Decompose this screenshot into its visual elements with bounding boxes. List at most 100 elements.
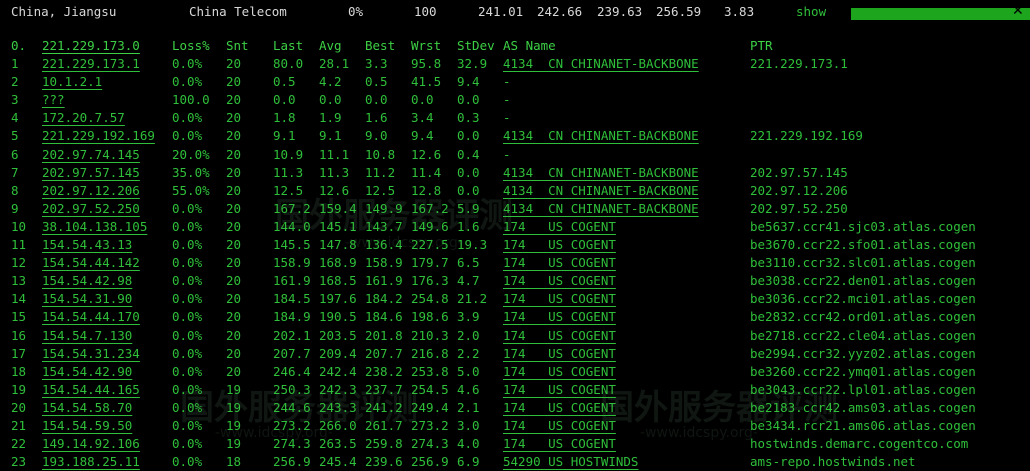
hop-ip-link[interactable]: 172.20.7.57: [42, 109, 125, 127]
avg-value: 11.1: [319, 146, 350, 162]
stdev-value: 1.6: [457, 218, 480, 234]
close-icon[interactable]: ✕: [1012, 3, 1024, 19]
hop-ip-link[interactable]: 202.97.74.145: [42, 146, 140, 164]
summary-last: 241.01: [478, 4, 524, 19]
last-value: 158.9: [273, 255, 311, 271]
header-stdev: StDev: [457, 38, 495, 53]
hop-number: 16: [11, 327, 27, 343]
hop-number: 8: [11, 182, 19, 198]
show-link[interactable]: show: [796, 4, 826, 20]
as-name[interactable]: 54290 US HOSTWINDS: [503, 453, 638, 471]
hop-ip-link[interactable]: ???: [42, 91, 65, 109]
hop-ip-link[interactable]: 193.188.25.11: [42, 453, 140, 471]
hop-ip-link[interactable]: 154.54.59.50: [42, 417, 132, 435]
as-name[interactable]: 174 US COGENT: [503, 327, 616, 345]
as-name[interactable]: 4134 CN CHINANET-BACKBONE: [503, 164, 699, 182]
as-name[interactable]: 174 US COGENT: [503, 381, 616, 399]
summary-location: China, Jiangsu: [11, 4, 117, 19]
stdev-value: 3.0: [457, 417, 480, 433]
wrst-value: 198.6: [411, 309, 449, 325]
best-value: 10.8: [365, 146, 396, 162]
loss-value: 0.0%: [172, 200, 203, 216]
hop-ip-link[interactable]: 154.54.44.165: [42, 381, 140, 399]
last-value: 10.9: [273, 146, 304, 162]
hop-ip-link[interactable]: 154.54.44.142: [42, 254, 140, 272]
table-row: 21 154.54.59.50 0.0% 19 273.2 266.0 261.7 273.2…: [11, 417, 976, 435]
hop-ip-link[interactable]: 221.229.173.1: [42, 55, 140, 73]
avg-value: 12.6: [319, 182, 350, 198]
avg-value: 1.9: [319, 110, 342, 126]
as-name: -: [503, 92, 511, 108]
as-name[interactable]: 174 US COGENT: [503, 308, 616, 326]
stdev-value: 32.9: [457, 56, 488, 72]
hop-ip-link[interactable]: 38.104.138.105: [42, 218, 147, 236]
hop-ip-link[interactable]: 154.54.43.13: [42, 236, 132, 254]
hop-ip-link[interactable]: 154.54.44.170: [42, 308, 140, 326]
best-value: 149.9: [365, 200, 403, 216]
loss-value: 0.0%: [172, 273, 203, 289]
wrst-value: 227.5: [411, 237, 449, 253]
hop-ip-link[interactable]: 154.54.58.70: [42, 399, 132, 417]
table-row: 20 154.54.58.70 0.0% 19 244.6 243.3 241.2 249.4…: [11, 399, 976, 417]
stdev-value: 19.3: [457, 237, 488, 253]
snt-value: 20: [226, 363, 242, 379]
as-name[interactable]: 174 US COGENT: [503, 345, 616, 363]
wrst-value: 149.6: [411, 218, 449, 234]
best-value: 259.8: [365, 436, 403, 452]
hop-number: 12: [11, 255, 27, 271]
wrst-value: 254.5: [411, 381, 449, 397]
hop-number: 5: [11, 128, 19, 144]
as-name[interactable]: 174 US COGENT: [503, 272, 616, 290]
as-name[interactable]: 4134 CN CHINANET-BACKBONE: [503, 182, 699, 200]
hop-number: 1: [11, 56, 19, 72]
hop-ip-link[interactable]: 154.54.31.90: [42, 290, 132, 308]
stdev-value: 4.7: [457, 273, 480, 289]
hop-ip-link[interactable]: 202.97.52.250: [42, 200, 140, 218]
hop-number: 18: [11, 363, 27, 379]
wrst-value: 256.9: [411, 454, 449, 470]
wrst-value: 210.3: [411, 327, 449, 343]
as-name[interactable]: 4134 CN CHINANET-BACKBONE: [503, 200, 699, 218]
as-name[interactable]: 174 US COGENT: [503, 218, 616, 236]
snt-value: 20: [226, 128, 242, 144]
as-name[interactable]: 174 US COGENT: [503, 363, 616, 381]
as-name[interactable]: 174 US COGENT: [503, 290, 616, 308]
last-value: 144.0: [273, 218, 311, 234]
avg-value: 266.0: [319, 417, 357, 433]
ptr-value: be2718.ccr22.cle04.atlas.cogen: [750, 327, 976, 343]
header-last: Last: [273, 38, 304, 53]
as-name[interactable]: 174 US COGENT: [503, 435, 616, 453]
loss-value: 0.0%: [172, 255, 203, 271]
hop-number: 4: [11, 110, 19, 126]
table-row: 23 193.188.25.11 0.0% 18 256.9 245.4 239.6 256.…: [11, 453, 916, 471]
table-row: 1 221.229.173.1 0.0% 20 80.0 28.1 3.3 95.8 32.9 4…: [11, 55, 848, 73]
stdev-value: 2.1: [457, 399, 480, 415]
best-value: 184.2: [365, 291, 403, 307]
hop-ip-link[interactable]: 154.54.7.130: [42, 327, 132, 345]
hop-ip-link[interactable]: 154.54.31.234: [42, 345, 140, 363]
hop-ip-link[interactable]: 221.229.192.169: [42, 127, 155, 145]
as-name[interactable]: 174 US COGENT: [503, 254, 616, 272]
as-name[interactable]: 4134 CN CHINANET-BACKBONE: [503, 127, 699, 145]
ptr-value: be3260.ccr22.ymq01.atlas.cogen: [750, 363, 976, 379]
table-row: 8 202.97.12.206 55.0% 20 12.5 12.6 12.5 12.8 0.0…: [11, 182, 848, 200]
as-name[interactable]: 174 US COGENT: [503, 417, 616, 435]
as-name[interactable]: 4134 CN CHINANET-BACKBONE: [503, 55, 699, 73]
hop-ip-link[interactable]: 202.97.12.206: [42, 182, 140, 200]
loss-value: 55.0%: [172, 182, 210, 198]
avg-value: 197.6: [319, 291, 357, 307]
hop-ip-link[interactable]: 154.54.42.98: [42, 272, 132, 290]
ptr-value: hostwinds.demarc.cogentco.com: [750, 436, 969, 452]
as-name[interactable]: 174 US COGENT: [503, 399, 616, 417]
stdev-value: 5.9: [457, 200, 480, 216]
as-name[interactable]: 174 US COGENT: [503, 236, 616, 254]
loss-value: 0.0%: [172, 381, 203, 397]
hop-ip-link[interactable]: 149.14.92.106: [42, 435, 140, 453]
table-row: 4 172.20.7.57 0.0% 20 1.8 1.9 1.6 3.4 0.3 -: [11, 109, 511, 127]
hop-ip-link[interactable]: 202.97.57.145: [42, 164, 140, 182]
hop-ip-link[interactable]: 154.54.42.90: [42, 363, 132, 381]
table-row: 12 154.54.44.142 0.0% 20 158.9 168.9 158.9 179.…: [11, 254, 976, 272]
loss-value: 0.0%: [172, 74, 203, 90]
progress-fill: [851, 8, 1030, 20]
hop-ip-link[interactable]: 10.1.2.1: [42, 73, 102, 91]
